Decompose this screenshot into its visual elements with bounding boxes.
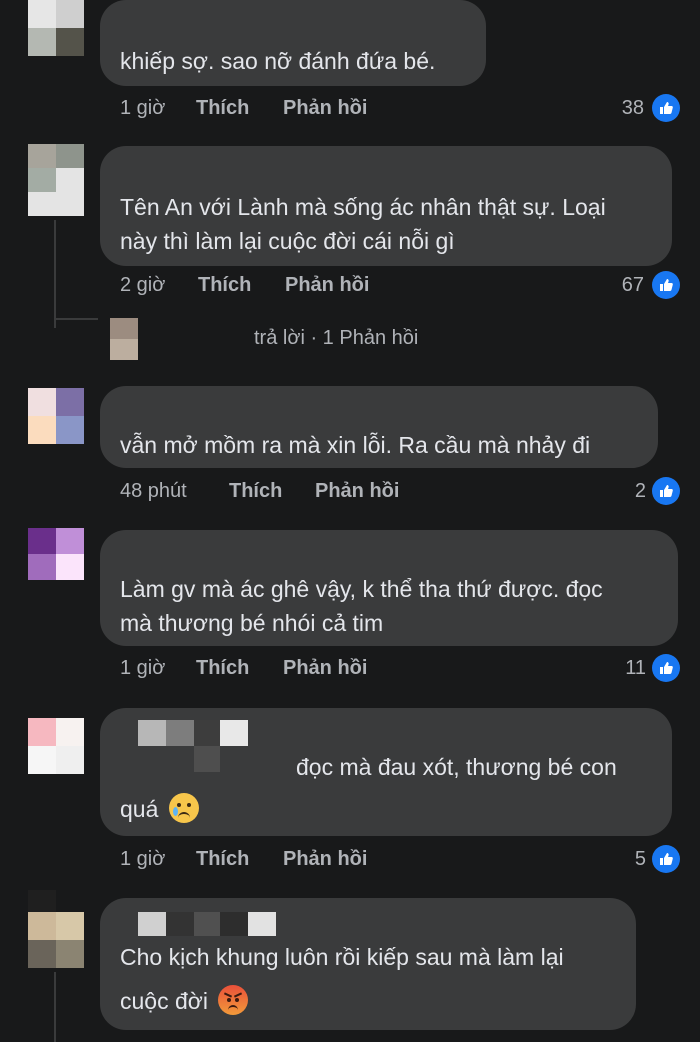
author-name-redacted xyxy=(194,720,220,746)
comment-meta: 1 giờ xyxy=(120,94,165,122)
comment-text: đọc mà đau xót, thương bé con xyxy=(296,754,617,780)
author-name-redacted xyxy=(138,720,166,746)
action-row: Thích xyxy=(229,477,282,505)
comment-time[interactable]: 1 giờ xyxy=(120,97,165,119)
reply-button[interactable]: Phản hồi xyxy=(285,274,369,296)
thumbs-up-icon xyxy=(652,271,680,299)
avatar[interactable] xyxy=(28,718,84,774)
like-count[interactable]: 11 xyxy=(596,654,646,682)
thumbs-up-icon xyxy=(652,654,680,682)
comment-text-line-2: quá xyxy=(120,792,199,826)
avatar[interactable] xyxy=(28,528,84,580)
view-replies-link[interactable]: trả lời · 1 Phản hồi xyxy=(254,324,418,352)
author-name-redacted xyxy=(166,720,194,746)
like-count[interactable]: 2 xyxy=(600,477,646,505)
action-row: Thích xyxy=(196,654,249,682)
author-name-redacted xyxy=(138,912,166,936)
comment-meta: 1 giờ xyxy=(120,845,165,873)
comment-text: Cho kịch khung luôn rồi kiếp sau mà làm … xyxy=(120,944,564,970)
like-button[interactable]: Thích xyxy=(196,848,249,870)
comment-meta: 2 giờ xyxy=(120,271,165,299)
comment-time[interactable]: 1 giờ xyxy=(120,848,165,870)
thread-line xyxy=(54,220,56,328)
avatar[interactable] xyxy=(28,890,84,968)
thread-line xyxy=(54,972,56,1042)
action-row: Phản hồi xyxy=(283,845,367,873)
like-button[interactable]: Thích xyxy=(196,97,249,119)
avatar[interactable] xyxy=(28,0,84,56)
comment-text: này thì làm lại cuộc đời cái nỗi gì xyxy=(120,228,455,254)
author-name-redacted xyxy=(166,912,194,936)
action-row: Phản hồi xyxy=(283,94,367,122)
author-name-redacted xyxy=(248,912,276,936)
action-row: Thích xyxy=(198,271,251,299)
like-count[interactable]: 67 xyxy=(590,271,644,299)
like-button[interactable]: Thích xyxy=(196,657,249,679)
reply-button[interactable]: Phản hồi xyxy=(315,480,399,502)
like-count[interactable]: 5 xyxy=(600,845,646,873)
thumbs-up-icon xyxy=(652,477,680,505)
action-row: Phản hồi xyxy=(283,654,367,682)
author-name-redacted xyxy=(220,912,248,936)
author-name-redacted xyxy=(194,746,220,772)
like-button[interactable]: Thích xyxy=(229,480,282,502)
author-name-redacted xyxy=(220,720,248,746)
crying-face-icon xyxy=(168,793,199,823)
avatar[interactable] xyxy=(28,388,84,444)
action-row: Phản hồi xyxy=(315,477,399,505)
like-count[interactable]: 38 xyxy=(590,94,644,122)
comment-text: vẫn mở mồm ra mà xin lỗi. Ra cầu mà nhảy… xyxy=(120,432,591,458)
reply-button[interactable]: Phản hồi xyxy=(283,97,367,119)
comment-text: Làm gv mà ác ghê vậy, k thể tha thứ được… xyxy=(120,576,603,602)
thumbs-up-icon xyxy=(652,845,680,873)
comment-time[interactable]: 1 giờ xyxy=(120,657,165,679)
angry-face-icon xyxy=(218,985,249,1015)
reply-button[interactable]: Phản hồi xyxy=(283,848,367,870)
thumbs-up-icon xyxy=(652,94,680,122)
action-row: Thích xyxy=(196,845,249,873)
comment-text: khiếp sợ. sao nỡ đánh đứa bé. xyxy=(120,48,436,74)
reply-connector xyxy=(54,318,98,320)
comment-text-line-2: cuộc đời xyxy=(120,984,249,1018)
author-name-redacted xyxy=(194,912,220,936)
like-button[interactable]: Thích xyxy=(198,274,251,296)
reply-button[interactable]: Phản hồi xyxy=(283,657,367,679)
reply-avatar[interactable] xyxy=(110,318,138,360)
action-row: Phản hồi xyxy=(285,271,369,299)
comment-text: mà thương bé nhói cả tim xyxy=(120,610,384,636)
comment-meta: 1 giờ xyxy=(120,654,165,682)
comment-time[interactable]: 48 phút xyxy=(120,480,187,502)
comment-time[interactable]: 2 giờ xyxy=(120,274,165,296)
comment-text: Tên An với Lành mà sống ác nhân thật sự.… xyxy=(120,194,606,220)
action-row: Thích xyxy=(196,94,249,122)
avatar[interactable] xyxy=(28,144,84,216)
comment-meta: 48 phút xyxy=(120,477,187,505)
